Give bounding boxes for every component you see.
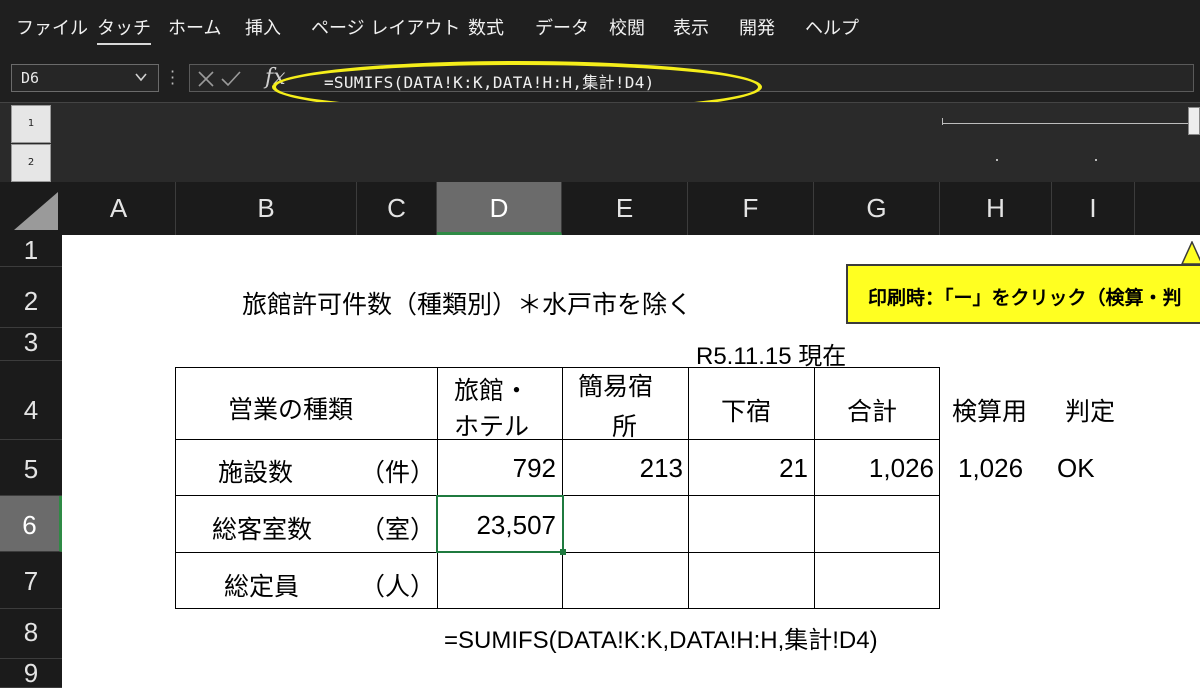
table-border [175, 439, 940, 440]
outline-group-tick [942, 118, 943, 125]
table-border [688, 367, 689, 609]
header-total[interactable]: 合計 [847, 392, 897, 428]
tab-view[interactable]: 表示 [673, 14, 709, 40]
tab-developer[interactable]: 開発 [739, 14, 775, 40]
outline-level-1-button[interactable]: 1 [11, 105, 51, 143]
select-all-triangle-icon [14, 192, 58, 230]
print-note-callout: 印刷時：「ー」をクリック（検算・判 [846, 264, 1200, 324]
table-border [814, 367, 815, 609]
callout-text: 印刷時：「ー」をクリック（検算・判 [868, 288, 1182, 309]
row-label-facilities[interactable]: 施設数 [218, 453, 293, 489]
cell-e5[interactable]: 213 [640, 453, 683, 484]
row-unit-rooms: （室） [360, 516, 436, 544]
column-header-h[interactable]: H [940, 182, 1052, 235]
tab-file[interactable]: ファイル [16, 14, 88, 40]
row-header-4[interactable]: 4 [0, 361, 62, 440]
row-unit-facilities: （件） [360, 459, 436, 487]
check-header[interactable]: 検算用 [952, 392, 1027, 428]
sheet-grid[interactable]: 旅館許可件数（種類別）＊水戸市を除く R5.11.15 現在 印刷時：「ー」をク… [62, 235, 1200, 688]
tab-home[interactable]: ホーム [168, 14, 221, 40]
cell-d5[interactable]: 792 [513, 453, 556, 484]
tab-insert[interactable]: 挿入 [245, 14, 281, 40]
outline-group-line [942, 123, 1190, 124]
formula-input[interactable]: =SUMIFS(DATA!K:K,DATA!H:H,集計!D4) [324, 69, 655, 93]
column-header-i[interactable]: I [1052, 182, 1135, 235]
formula-note[interactable]: =SUMIFS(DATA!K:K,DATA!H:H,集計!D4) [444, 620, 878, 655]
row-header-2[interactable]: 2 [0, 267, 62, 328]
cell-g5[interactable]: 1,026 [869, 453, 934, 484]
row-header-6[interactable]: 6 [0, 496, 62, 552]
row-unit-capacity: （人） [360, 573, 436, 601]
tab-help[interactable]: ヘルプ [805, 14, 859, 40]
row-header-1[interactable]: 1 [0, 235, 62, 267]
cancel-icon[interactable] [196, 69, 216, 89]
column-header-g[interactable]: G [814, 182, 940, 235]
row-header-3[interactable]: 3 [0, 328, 62, 361]
name-box-value: D6 [21, 69, 40, 87]
row-header-5[interactable]: 5 [0, 440, 62, 496]
cell-i5-judge[interactable]: OK [1057, 453, 1095, 484]
header-kan-i-line2[interactable]: 所 [612, 407, 637, 443]
active-cell-border[interactable] [436, 495, 564, 553]
formula-bar: D6 · · · fx =SUMIFS(DATA!K:K,DATA!H:H,集計!D… [0, 52, 1200, 102]
date-label: R5.11.15 現在 [696, 343, 847, 370]
cell-f5[interactable]: 21 [779, 453, 808, 484]
header-kan-i-line1[interactable]: 簡易宿 [578, 367, 653, 403]
header-business-type[interactable]: 営業の種類 [228, 390, 353, 426]
row-label-capacity[interactable]: 総定員 [224, 567, 299, 603]
table-border-top [175, 367, 940, 368]
table-border-bottom [175, 608, 940, 609]
row-header-8[interactable]: 8 [0, 609, 62, 659]
ribbon-tab-bar: ファイル タッチ ホーム 挿入 ページ レイアウト 数式 データ 校閲 表示 開… [0, 0, 1200, 52]
callout-arrow-icon [1181, 241, 1200, 265]
table-border [562, 367, 563, 609]
row-header-7[interactable]: 7 [0, 552, 62, 609]
header-ryokan-line1[interactable]: 旅館・ [454, 371, 529, 407]
column-header-b[interactable]: B [176, 182, 357, 235]
outline-collapse-button[interactable] [1188, 107, 1200, 135]
drag-handle-icon[interactable]: · · · [170, 64, 175, 92]
tab-formulas[interactable]: 数式 [468, 14, 504, 40]
column-header-d[interactable]: D [437, 182, 562, 235]
tab-review[interactable]: 校閲 [609, 14, 645, 40]
row-header-9[interactable]: 9 [0, 659, 62, 688]
judge-header[interactable]: 判定 [1065, 392, 1115, 428]
name-box[interactable]: D6 [11, 64, 159, 92]
column-header-e[interactable]: E [562, 182, 688, 235]
outline-area: 1 2 [0, 102, 1200, 182]
formula-input-area[interactable]: fx =SUMIFS(DATA!K:K,DATA!H:H,集計!D4) [189, 64, 1194, 92]
insert-function-icon[interactable]: fx [265, 65, 286, 90]
column-header-c[interactable]: C [357, 182, 437, 235]
row-label-rooms[interactable]: 総客室数 [212, 510, 312, 546]
sheet-title: 旅館許可件数（種類別）＊水戸市を除く [242, 291, 693, 319]
table-border [437, 367, 438, 609]
tab-data[interactable]: データ [535, 14, 589, 40]
header-ryokan-line2[interactable]: ホテル [454, 407, 529, 443]
cell-h5-check[interactable]: 1,026 [958, 453, 1023, 484]
tab-touch[interactable]: タッチ [97, 14, 151, 45]
table-border-right [939, 367, 940, 609]
header-geshuku[interactable]: 下宿 [721, 392, 771, 428]
column-header-f[interactable]: F [688, 182, 814, 235]
select-all-button[interactable] [0, 182, 62, 235]
enter-check-icon[interactable] [220, 69, 242, 89]
outline-dot [996, 159, 998, 161]
tab-page-layout[interactable]: ページ レイアウト [311, 14, 460, 40]
table-border-left [175, 367, 176, 609]
outline-level-2-button[interactable]: 2 [11, 144, 51, 182]
outline-dot [1095, 159, 1097, 161]
chevron-down-icon[interactable] [134, 70, 148, 84]
fill-handle[interactable] [560, 549, 566, 555]
column-header-row: A B C D E F G H I [0, 182, 1200, 235]
column-header-a[interactable]: A [62, 182, 176, 235]
